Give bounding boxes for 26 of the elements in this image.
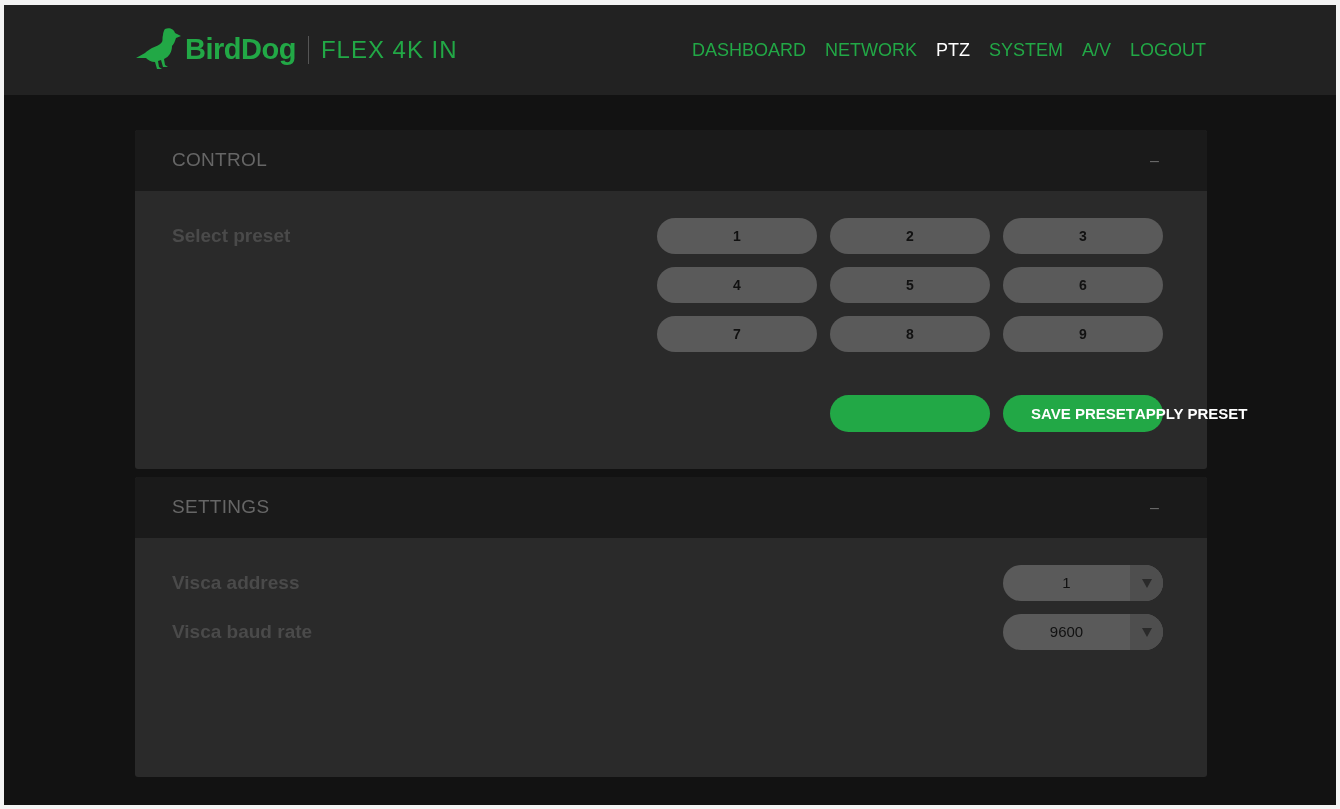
nav-link[interactable]: LOGOUT: [1130, 36, 1206, 64]
panel-title: SETTINGS: [172, 495, 270, 520]
preset-button[interactable]: 9: [1003, 316, 1163, 352]
preset-button[interactable]: 8: [830, 316, 990, 352]
dropdown-select[interactable]: 9600: [1003, 614, 1163, 650]
nav-link[interactable]: DASHBOARD: [691, 36, 806, 64]
dropdown-select[interactable]: 1: [1003, 565, 1163, 601]
nav-link[interactable]: SYSTEM: [988, 36, 1063, 64]
collapse-button[interactable]: –: [1150, 152, 1159, 169]
preset-button[interactable]: 2: [830, 218, 990, 254]
preset-button[interactable]: 6: [1003, 267, 1163, 303]
collapse-button[interactable]: –: [1150, 499, 1159, 516]
panel-title: CONTROL: [172, 148, 267, 173]
caret-down-icon: [1141, 578, 1152, 588]
action-label: SAVE PRESET: [1031, 404, 1135, 423]
nav-link[interactable]: A/V: [1081, 36, 1111, 64]
preset-button[interactable]: 5: [830, 267, 990, 303]
preset-button[interactable]: 7: [657, 316, 817, 352]
brand-logo-text: BirdDog: [185, 32, 296, 68]
caret-down-icon: [1141, 627, 1152, 637]
product-name: FLEX 4K IN: [320, 35, 458, 65]
nav-link[interactable]: PTZ: [935, 36, 970, 64]
preset-button[interactable]: 4: [657, 267, 817, 303]
nav-link[interactable]: NETWORK: [824, 36, 917, 64]
preset-button[interactable]: 1: [657, 218, 817, 254]
preset-button[interactable]: 3: [1003, 218, 1163, 254]
